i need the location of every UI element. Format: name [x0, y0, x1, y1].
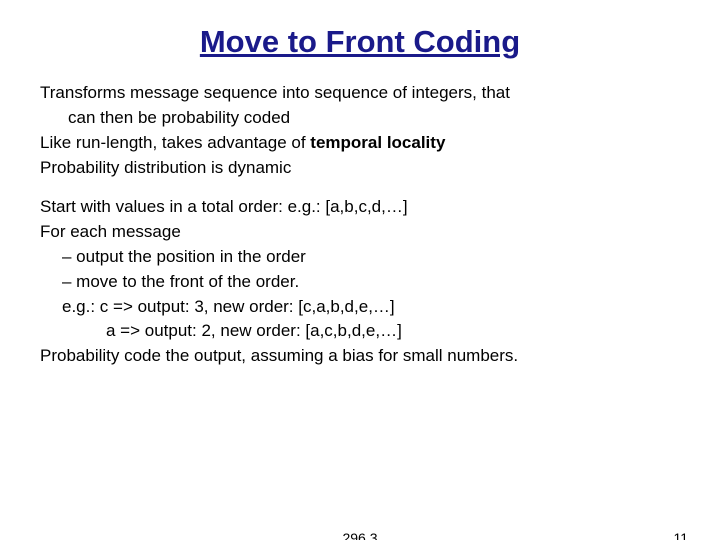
- spacer: [0, 182, 720, 196]
- para-2-bold: temporal locality: [310, 133, 445, 152]
- b2-last: Probability code the output, assuming a …: [40, 345, 680, 368]
- slide-title: Move to Front Coding: [0, 24, 720, 60]
- bullet-2: – move to the front of the order.: [40, 271, 680, 294]
- para-3: Probability distribution is dynamic: [40, 157, 680, 180]
- para-2-prefix: Like run-length, takes advantage of: [40, 133, 310, 152]
- body-block-2: Start with values in a total order: e.g.…: [40, 196, 680, 369]
- bullet-1: – output the position in the order: [40, 246, 680, 269]
- page-number: 11: [673, 530, 688, 540]
- slide: Move to Front Coding Transforms message …: [0, 24, 720, 540]
- para-2: Like run-length, takes advantage of temp…: [40, 132, 680, 155]
- para-1-line-2: can then be probability coded: [40, 107, 680, 130]
- body-block-1: Transforms message sequence into sequenc…: [40, 82, 680, 180]
- footer-center: 296.3: [0, 530, 720, 540]
- example-2: a => output: 2, new order: [a,c,b,d,e,…]: [40, 320, 680, 343]
- b2-line-1: Start with values in a total order: e.g.…: [40, 196, 680, 219]
- para-1-line-1: Transforms message sequence into sequenc…: [40, 82, 680, 105]
- b2-line-2: For each message: [40, 221, 680, 244]
- example-1: e.g.: c => output: 3, new order: [c,a,b,…: [40, 296, 680, 319]
